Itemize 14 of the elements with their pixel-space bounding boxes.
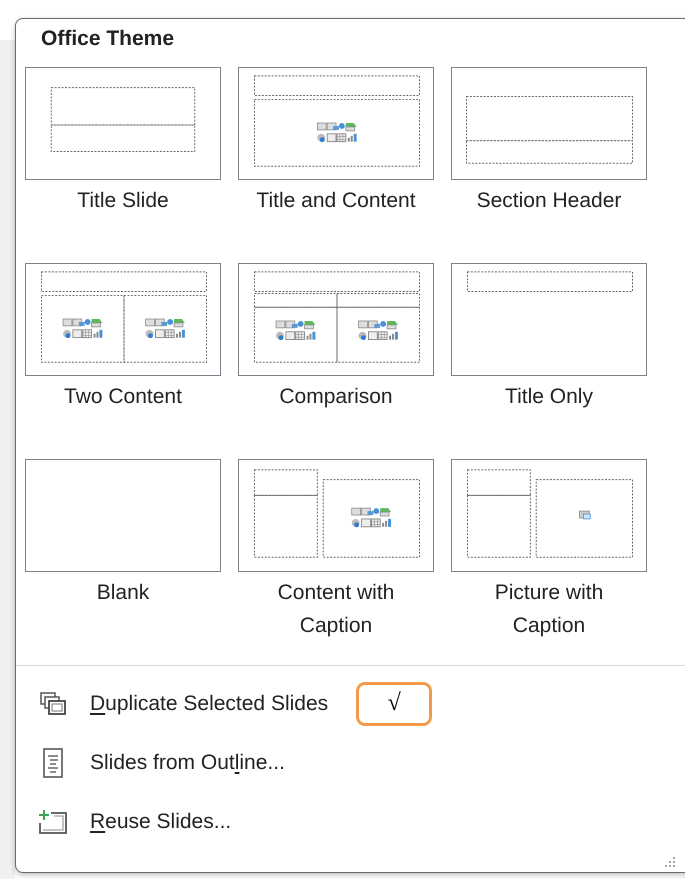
layout-label: Blank [96,580,150,606]
check-mark-annotation: √ [356,682,432,726]
menu-heading: Office Theme [41,27,174,51]
layout-label: Title and Content [255,188,417,214]
layout-label: Section Header [476,188,622,214]
layout-label: Two Content [63,384,183,410]
layout-label: Comparison [278,384,394,410]
layout-label: Content with Caption [276,580,396,639]
layout-label: Picture with Caption [494,580,604,639]
menu-item[interactable]: Slides from Outline... [90,750,285,774]
menu-item[interactable]: Reuse Slides... [90,810,232,834]
layout-label: Title Slide [76,188,170,214]
menu-item[interactable]: Duplicate Selected Slides [90,692,328,716]
layout-label: Title Only [504,384,594,410]
